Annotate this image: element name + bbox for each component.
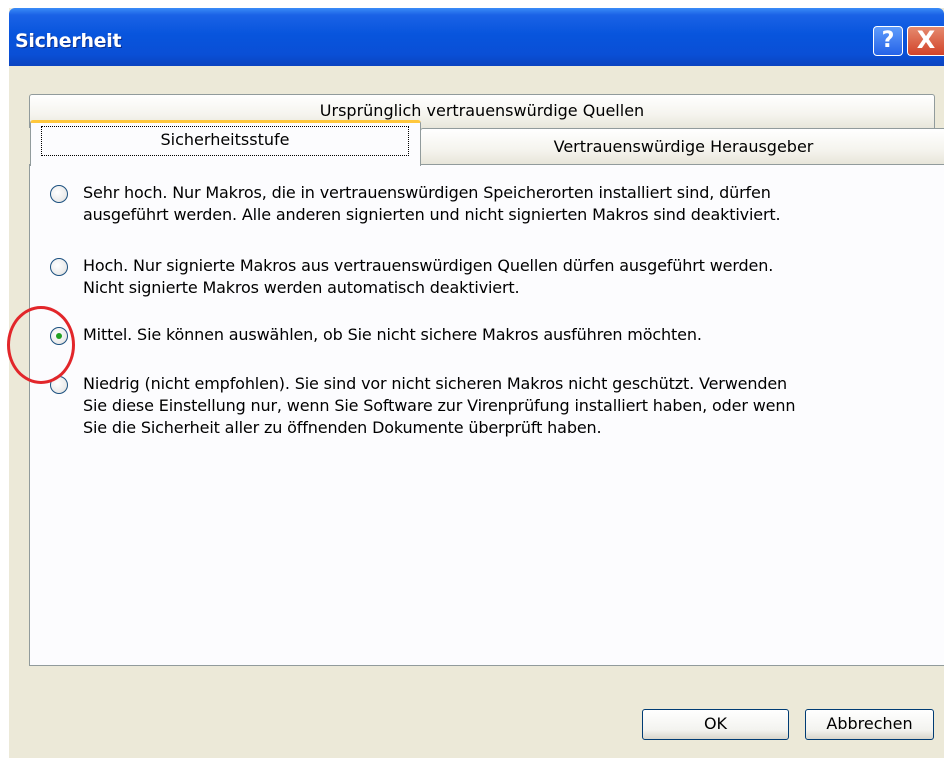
ok-button[interactable]: OK <box>642 709 789 740</box>
security-level-panel: Sehr hoch. Nur Makros, die in vertrauens… <box>29 164 944 666</box>
tab-security-level[interactable]: Sicherheitsstufe <box>30 120 421 166</box>
option-very-high[interactable]: Sehr hoch. Nur Makros, die in vertrauens… <box>50 182 930 230</box>
security-dialog: Sicherheit ? X Ursprünglich vertrauenswü… <box>9 8 944 758</box>
annotation-circle <box>7 306 75 384</box>
tab-security-level-label: Sicherheitsstufe <box>41 126 409 156</box>
dialog-title: Sicherheit <box>15 30 122 52</box>
radio-high[interactable] <box>50 258 68 276</box>
option-high[interactable]: Hoch. Nur signierte Makros aus vertrauen… <box>50 255 930 303</box>
close-button[interactable]: X <box>907 26 944 56</box>
option-low[interactable]: Niedrig (nicht empfohlen). Sie sind vor … <box>50 373 930 443</box>
tab-trusted-publishers[interactable]: Vertrauenswürdige Herausgeber <box>420 128 944 164</box>
title-bar[interactable]: Sicherheit ? X <box>9 8 944 66</box>
option-high-label: Hoch. Nur signierte Makros aus vertrauen… <box>83 256 774 297</box>
option-low-label: Niedrig (nicht empfohlen). Sie sind vor … <box>83 374 796 437</box>
option-medium-label: Mittel. Sie können auswählen, ob Sie nic… <box>83 325 702 344</box>
radio-very-high[interactable] <box>50 185 68 203</box>
option-very-high-label: Sehr hoch. Nur Makros, die in vertrauens… <box>83 183 781 224</box>
option-medium[interactable]: Mittel. Sie können auswählen, ob Sie nic… <box>50 324 930 350</box>
cancel-button[interactable]: Abbrechen <box>805 709 934 740</box>
help-button[interactable]: ? <box>873 26 903 56</box>
